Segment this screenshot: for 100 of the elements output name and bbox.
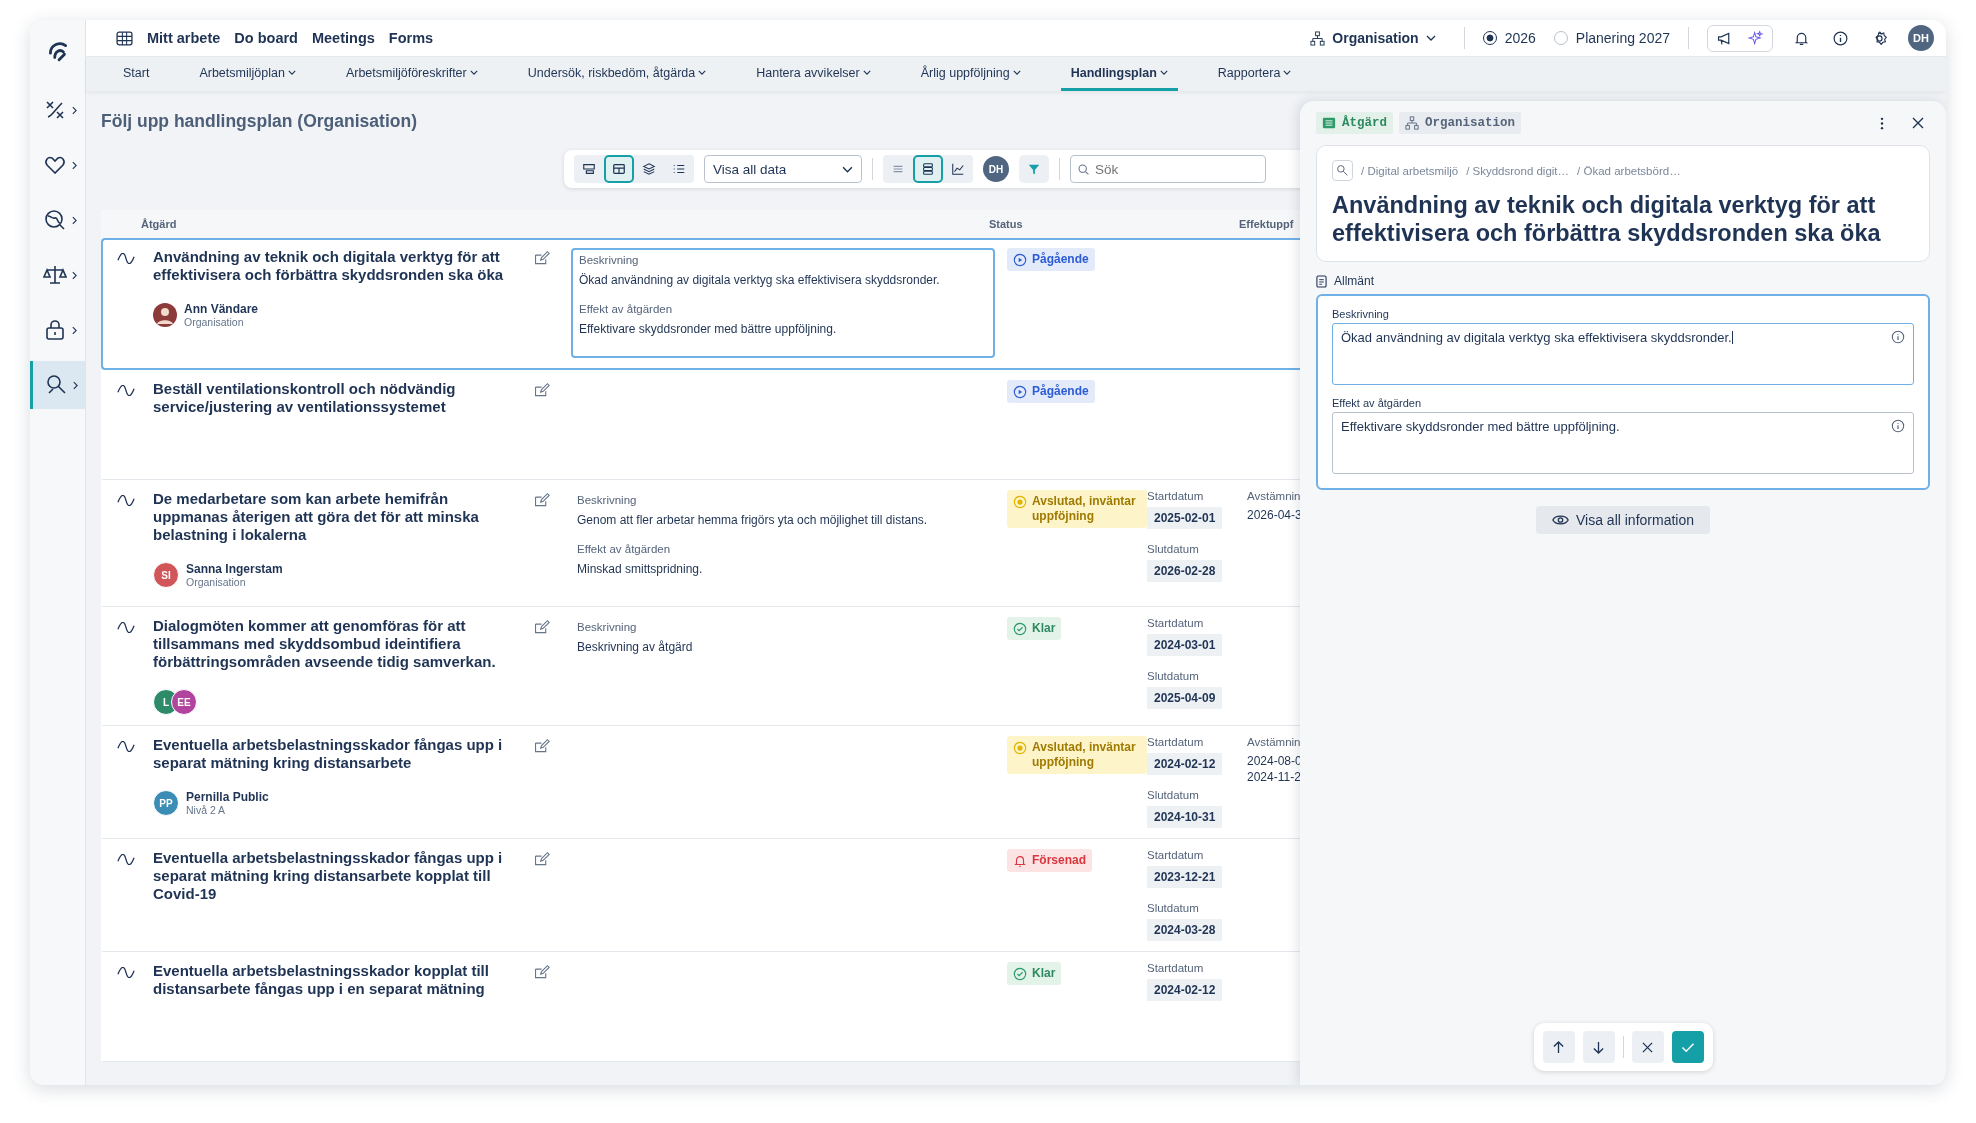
person-unit: Organisation — [184, 316, 245, 328]
breadcrumb-link[interactable]: / Skyddsrond digit… — [1466, 164, 1570, 177]
initials-avatar: PP — [153, 790, 179, 816]
edit-icon[interactable] — [533, 250, 550, 267]
next-button[interactable] — [1582, 1031, 1615, 1063]
search-icon — [1332, 160, 1353, 181]
field-text: Effektivare skyddsronder med bättre uppföljning. — [579, 322, 837, 336]
top-nav-link[interactable]: Meetings — [311, 30, 375, 46]
edit-icon[interactable] — [533, 492, 550, 509]
nav-tab[interactable]: Årlig uppföljning — [910, 57, 1031, 91]
view-button[interactable] — [604, 155, 634, 183]
page-title: Följ upp handlingsplan (Organisation) — [101, 111, 418, 132]
field-text: Beskrivning av åtgärd — [577, 640, 693, 654]
date-label: Slutdatum — [1147, 789, 1199, 801]
dot-icon — [1013, 741, 1027, 755]
person-name: Ann Vändare — [184, 302, 258, 316]
sparkle-icon[interactable] — [1747, 29, 1764, 47]
organisation-selector[interactable]: Organisation — [1310, 30, 1446, 46]
field-label: Beskrivning — [1332, 308, 1390, 320]
chevron-down-icon — [842, 165, 853, 173]
status-badge: Klar — [1007, 962, 1062, 985]
save-button[interactable] — [1671, 1031, 1704, 1063]
list-icon — [1322, 116, 1336, 130]
date-label: Avstämnin — [1247, 490, 1300, 502]
field-text: Genom att fler arbetar hemma frigörs yta och möjlighet till distans. — [577, 513, 928, 527]
nav-tab[interactable]: Rapportera — [1207, 57, 1302, 91]
user-avatar[interactable]: DH — [1908, 25, 1934, 51]
density-button[interactable] — [913, 155, 943, 183]
date-label: Avstämnin — [1247, 736, 1300, 748]
date-value: 2024-10-31 — [1147, 806, 1223, 828]
radio-label: 2026 — [1504, 30, 1536, 46]
globe-icon — [42, 208, 67, 232]
hierarchy-icon — [1310, 30, 1326, 46]
date-label: Slutdatum — [1147, 902, 1199, 914]
more-icon[interactable] — [1880, 116, 1884, 130]
date-label: Slutdatum — [1147, 543, 1199, 555]
year-radio[interactable]: 2026 — [1482, 30, 1536, 46]
edit-icon[interactable] — [533, 964, 550, 981]
user-filter-avatar[interactable]: DH — [983, 156, 1009, 182]
rows-icon — [921, 162, 935, 176]
type-tag: Organisation — [1399, 112, 1522, 134]
data-filter-dropdown[interactable]: Visa all data — [704, 155, 862, 183]
sidebar-item[interactable] — [30, 361, 85, 409]
nav-tab[interactable]: Start — [113, 57, 160, 91]
breadcrumb-link[interactable]: / Ökad arbetsbörd… — [1577, 164, 1681, 177]
check-icon — [1680, 1041, 1695, 1053]
top-nav-link[interactable]: Forms — [388, 30, 434, 46]
nav-tab[interactable]: Hantera avvikelser — [746, 57, 881, 91]
list-icon — [672, 162, 686, 176]
action-title: Användning av teknik och digitala verktyg för att effektivisera och förbättra skyddsronden ska öka — [153, 248, 505, 284]
chevron-right-icon — [71, 325, 77, 335]
status-badge: Avslutad, inväntar uppföjning — [1007, 736, 1147, 774]
edit-icon[interactable] — [533, 382, 550, 399]
top-nav-link[interactable]: Do board — [234, 30, 298, 46]
column-header: Åtgärd — [141, 218, 178, 230]
arrow-up-icon — [1552, 1040, 1565, 1054]
type-tag: Åtgärd — [1316, 112, 1393, 134]
close-icon[interactable] — [1912, 117, 1924, 129]
chevron-right-icon — [71, 270, 77, 280]
nav-tab[interactable]: Arbetsmiljöföreskrifter — [335, 57, 488, 91]
eye-icon — [1552, 514, 1569, 526]
previous-button[interactable] — [1542, 1031, 1575, 1063]
chevron-right-icon — [71, 160, 77, 170]
edit-icon[interactable] — [533, 619, 550, 636]
nav-tab[interactable]: Arbetsmiljöplan — [189, 57, 306, 91]
show-all-button[interactable]: Visa all information — [1536, 506, 1710, 534]
edit-icon[interactable] — [533, 738, 550, 755]
filter-button[interactable] — [1019, 155, 1049, 183]
breadcrumb-link[interactable]: / Digital arbetsmiljö — [1361, 164, 1459, 177]
line-chart-icon — [951, 162, 965, 176]
wave-icon — [117, 253, 135, 264]
field-label: Beskrivning — [577, 494, 637, 506]
wave-icon — [117, 967, 135, 978]
info-icon — [1891, 330, 1905, 344]
table-icon — [612, 162, 626, 176]
wave-icon — [117, 385, 135, 396]
nav-tab[interactable]: Handlingsplan — [1060, 57, 1178, 91]
grid-icon[interactable] — [116, 29, 133, 47]
year-radio[interactable]: Planering 2027 — [1553, 30, 1670, 46]
action-title: Eventuella arbetsbelastningsskador kopplat till distansarbete fångas upp i en separat mätning — [153, 962, 490, 998]
action-row[interactable] — [101, 238, 1300, 370]
document-icon — [1316, 274, 1327, 288]
search-field[interactable]: Sök — [1070, 155, 1266, 183]
person-unit: Organisation — [186, 576, 247, 588]
date-label: Startdatum — [1147, 736, 1204, 748]
action-title: Användning av teknik och digitala verktyg för att effektivisera och förbättra skyddsronden ska öka — [1332, 191, 1882, 247]
status-badge: Pågående — [1007, 248, 1095, 271]
top-nav-link[interactable]: Mitt arbete — [147, 30, 221, 46]
wave-icon — [117, 622, 135, 633]
status-badge: Klar — [1007, 617, 1062, 640]
date-label: Startdatum — [1147, 849, 1204, 861]
info-icon[interactable] — [1832, 29, 1849, 47]
initials-avatar: SI — [153, 562, 179, 588]
date-value: 2024-03-28 — [1147, 919, 1223, 941]
nav-tab[interactable]: Undersök, riskbedöm, åtgärda — [517, 57, 717, 91]
text-area[interactable]: Ökad användning av digitala verktyg ska effektivisera skyddsronder. — [1332, 323, 1914, 385]
hierarchy-icon — [1405, 116, 1419, 130]
text-area[interactable]: Effektivare skyddsronder med bättre uppföljning. — [1332, 412, 1914, 474]
edit-icon[interactable] — [533, 851, 550, 868]
status-badge: Försenad — [1007, 849, 1092, 872]
